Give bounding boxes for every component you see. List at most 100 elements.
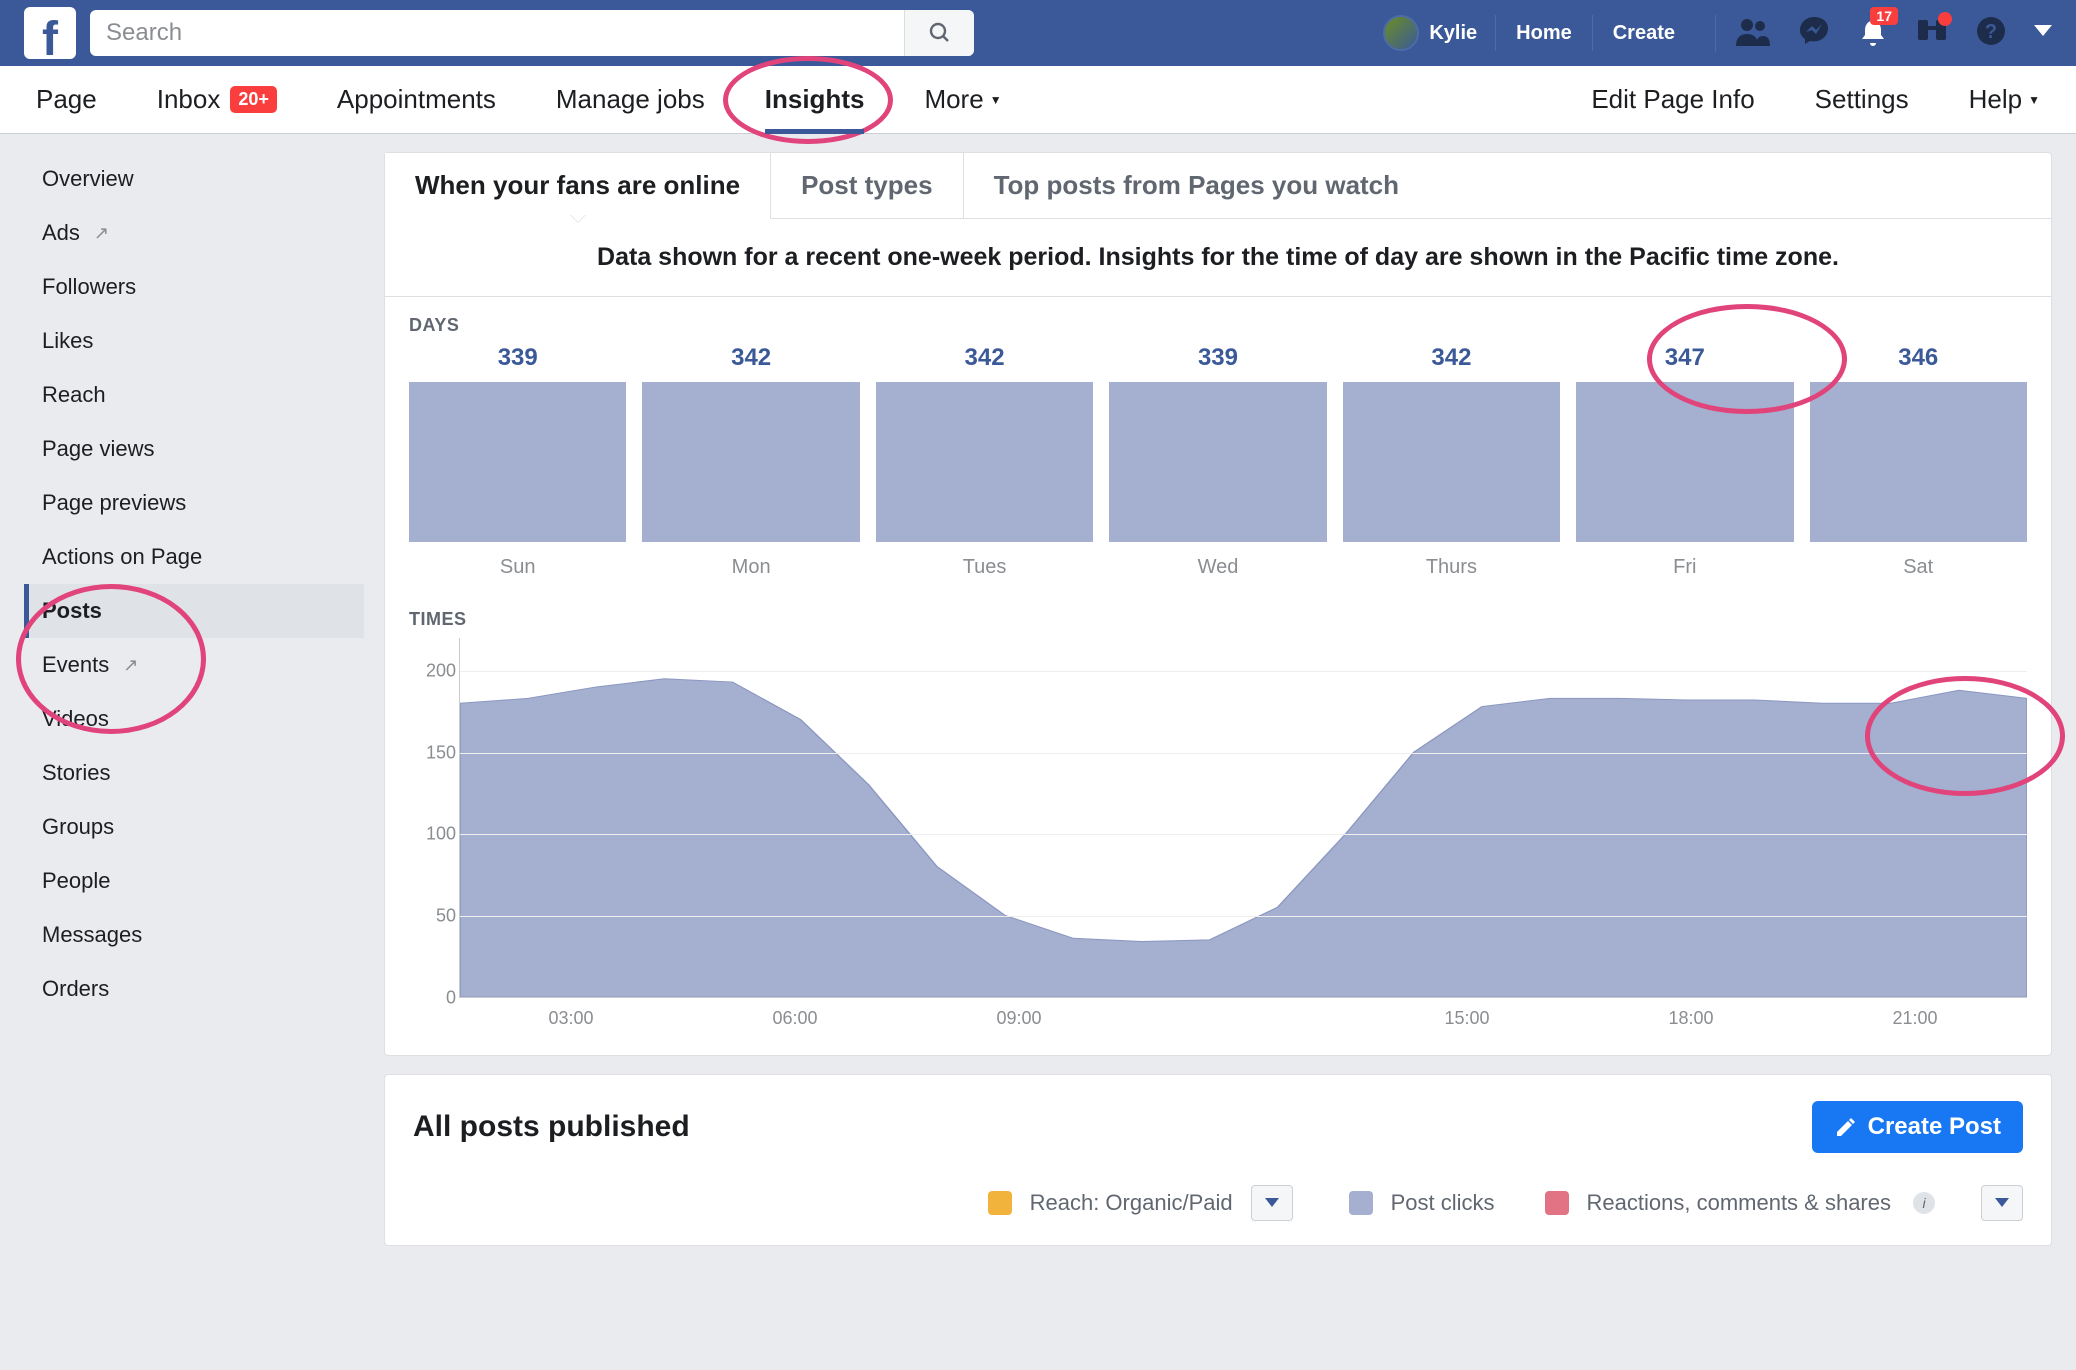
sidebar-item-orders[interactable]: Orders: [24, 962, 364, 1016]
legend-reactions: Reactions, comments & shares: [1587, 1190, 1891, 1216]
sidebar-item-groups[interactable]: Groups: [24, 800, 364, 854]
chevron-down-icon: ▼: [2028, 93, 2040, 107]
account-dropdown[interactable]: [2034, 24, 2052, 42]
swatch-clicks: [1349, 1191, 1373, 1215]
times-label: TIMES: [385, 591, 2051, 638]
inbox-badge: 20+: [230, 86, 277, 113]
day-column[interactable]: 342 Tues: [876, 344, 1093, 579]
sidebar-item-likes[interactable]: Likes: [24, 314, 364, 368]
sidebar-item-posts[interactable]: Posts: [24, 584, 364, 638]
day-label: Sat: [1810, 556, 2027, 579]
day-bar: [1109, 382, 1326, 542]
days-label: DAYS: [385, 297, 2051, 344]
info-icon[interactable]: i: [1913, 1192, 1935, 1214]
day-bar: [409, 382, 626, 542]
sidebar-item-reach[interactable]: Reach: [24, 368, 364, 422]
main-content: When your fans are online Post types Top…: [384, 152, 2052, 1264]
x-label: [1131, 1008, 1355, 1029]
sidebar-item-events[interactable]: Events ↗: [24, 638, 364, 692]
x-label: 06:00: [683, 1008, 907, 1029]
day-bar: [1576, 382, 1793, 542]
x-label: 21:00: [1803, 1008, 2027, 1029]
messenger-icon[interactable]: [1798, 15, 1830, 52]
swatch-reactions: [1545, 1191, 1569, 1215]
sidebar-item-page-views[interactable]: Page views: [24, 422, 364, 476]
sidebar-item-people[interactable]: People: [24, 854, 364, 908]
create-post-button[interactable]: Create Post: [1812, 1101, 2023, 1153]
edit-page-info[interactable]: Edit Page Info: [1561, 66, 1784, 134]
notification-badge: 17: [1870, 7, 1898, 25]
content-tabs: When your fans are online Post types Top…: [385, 153, 2051, 219]
home-link[interactable]: Home: [1495, 15, 1592, 51]
day-bar: [642, 382, 859, 542]
day-bar: [876, 382, 1093, 542]
day-value: 342: [876, 344, 1093, 372]
search-container: [90, 10, 974, 56]
sidebar-item-videos[interactable]: Videos: [24, 692, 364, 746]
day-column[interactable]: 347 Fri: [1576, 344, 1793, 579]
sidebar-item-messages[interactable]: Messages: [24, 908, 364, 962]
x-label: 09:00: [907, 1008, 1131, 1029]
avatar: [1383, 15, 1419, 51]
user-chip[interactable]: Kylie: [1365, 15, 1495, 51]
day-value: 342: [1343, 344, 1560, 372]
ctab-post-types[interactable]: Post types: [771, 153, 964, 218]
swatch-reach: [988, 1191, 1012, 1215]
day-value: 346: [1810, 344, 2027, 372]
sidebar-item-page-previews[interactable]: Page previews: [24, 476, 364, 530]
external-link-icon: ↗: [94, 223, 109, 244]
day-column[interactable]: 346 Sat: [1810, 344, 2027, 579]
friend-requests-icon[interactable]: [1736, 16, 1770, 51]
days-chart: 339 Sun342 Mon342 Tues339 Wed342 Thurs34…: [385, 344, 2051, 591]
legend-clicks: Post clicks: [1391, 1190, 1495, 1216]
day-bar: [1810, 382, 2027, 542]
search-icon: [928, 21, 952, 45]
day-label: Tues: [876, 556, 1093, 579]
tab-more[interactable]: More▼: [894, 66, 1031, 134]
sidebar-item-stories[interactable]: Stories: [24, 746, 364, 800]
search-button[interactable]: [904, 10, 974, 56]
day-value: 342: [642, 344, 859, 372]
reach-dropdown[interactable]: [1251, 1185, 1293, 1221]
day-label: Mon: [642, 556, 859, 579]
x-label: 18:00: [1579, 1008, 1803, 1029]
help-icon[interactable]: ?: [1976, 16, 2006, 51]
help-link[interactable]: Help▼: [1939, 66, 2070, 134]
day-column[interactable]: 342 Thurs: [1343, 344, 1560, 579]
subheading: Data shown for a recent one-week period.…: [385, 219, 2051, 297]
reactions-dropdown[interactable]: [1981, 1185, 2023, 1221]
notifications-icon[interactable]: 17: [1858, 15, 1888, 52]
tab-manage-jobs[interactable]: Manage jobs: [526, 66, 735, 134]
day-bar: [1343, 382, 1560, 542]
facebook-logo[interactable]: f: [24, 7, 76, 59]
tab-appointments[interactable]: Appointments: [307, 66, 526, 134]
sidebar-item-followers[interactable]: Followers: [24, 260, 364, 314]
all-posts-title: All posts published: [413, 1110, 690, 1144]
tab-inbox[interactable]: Inbox 20+: [127, 66, 307, 134]
day-column[interactable]: 342 Mon: [642, 344, 859, 579]
day-value: 339: [409, 344, 626, 372]
y-tick: 100: [410, 824, 456, 845]
svg-text:?: ?: [1985, 21, 1997, 43]
day-column[interactable]: 339 Wed: [1109, 344, 1326, 579]
sidebar-item-actions-on-page[interactable]: Actions on Page: [24, 530, 364, 584]
tab-insights[interactable]: Insights: [735, 66, 895, 134]
day-label: Sun: [409, 556, 626, 579]
ctab-when-fans-online[interactable]: When your fans are online: [385, 153, 771, 219]
settings-link[interactable]: Settings: [1785, 66, 1939, 134]
day-column[interactable]: 339 Sun: [409, 344, 626, 579]
x-label: 03:00: [459, 1008, 683, 1029]
chevron-down-icon: ▼: [990, 93, 1002, 107]
top-right: Kylie Home Create 17 ?: [1365, 15, 2052, 52]
search-input[interactable]: [90, 19, 904, 47]
sidebar-item-overview[interactable]: Overview: [24, 152, 364, 206]
tab-page[interactable]: Page: [6, 66, 127, 134]
pencil-icon: [1834, 1115, 1858, 1139]
create-link[interactable]: Create: [1592, 15, 1695, 51]
day-value: 339: [1109, 344, 1326, 372]
legend-reach: Reach: Organic/Paid: [1030, 1190, 1233, 1216]
quick-help-icon[interactable]: [1916, 16, 1948, 51]
ctab-top-posts[interactable]: Top posts from Pages you watch: [964, 153, 1429, 218]
sidebar-item-ads[interactable]: Ads ↗: [24, 206, 364, 260]
day-label: Fri: [1576, 556, 1793, 579]
